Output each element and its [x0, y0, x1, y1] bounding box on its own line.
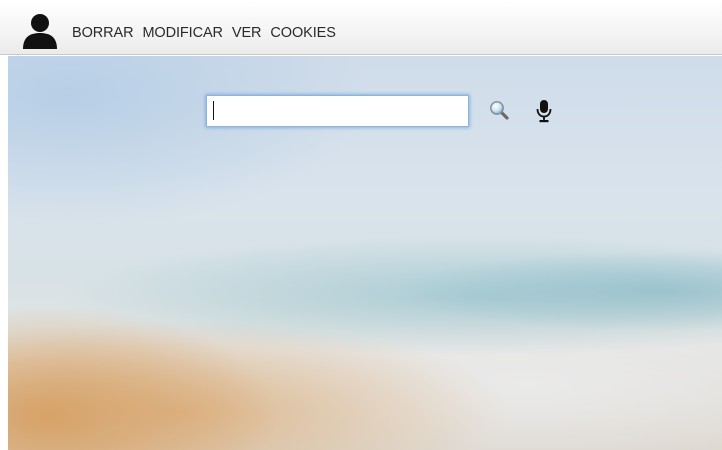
search-input[interactable]	[206, 95, 469, 127]
menu-item-borrar[interactable]: BORRAR	[72, 24, 134, 42]
browser-window: BORRAR MODIFICAR VER COOKIES	[0, 0, 722, 450]
menu-item-cookies[interactable]: COOKIES	[270, 24, 335, 42]
magnifier-icon[interactable]	[488, 99, 510, 121]
microphone-icon[interactable]	[535, 99, 553, 123]
user-silhouette-icon[interactable]	[20, 12, 60, 50]
menu-item-ver[interactable]: VER	[232, 24, 262, 42]
left-border	[0, 56, 8, 450]
menu-item-modificar[interactable]: MODIFICAR	[142, 24, 223, 42]
main-menu: BORRAR MODIFICAR VER COOKIES	[72, 24, 345, 42]
top-toolbar: BORRAR MODIFICAR VER COOKIES	[0, 0, 722, 55]
text-caret	[213, 101, 214, 120]
